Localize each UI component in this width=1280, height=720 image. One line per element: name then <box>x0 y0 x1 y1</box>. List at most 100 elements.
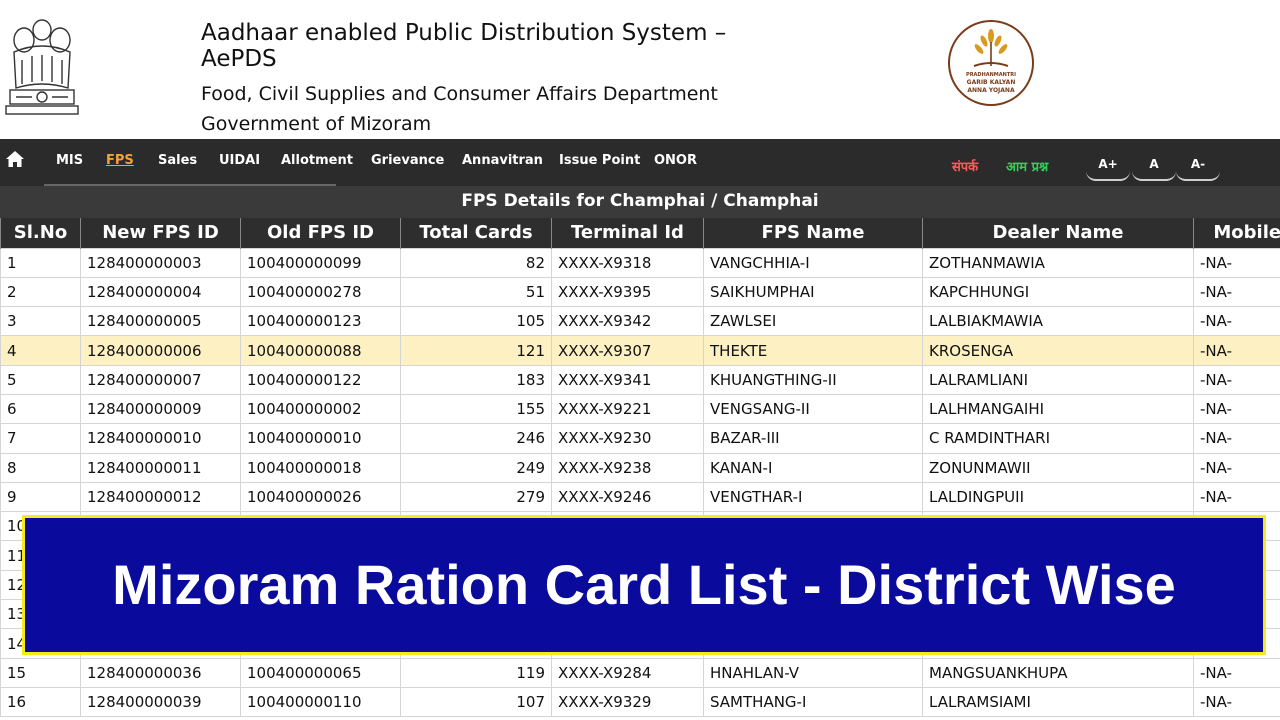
table-cell: 16 <box>0 686 81 718</box>
government-name: Government of Mizoram <box>201 113 432 135</box>
col-header[interactable]: Total Cards <box>400 218 552 248</box>
table-cell: 7 <box>0 423 81 454</box>
table-row[interactable]: 5 128400000007 100400000122 183 XXXX-X9341 KH… <box>0 364 1280 395</box>
table-cell: 128400000005 <box>80 306 241 337</box>
col-header[interactable]: Sl.No <box>0 218 81 248</box>
table-row[interactable]: 2 128400000004 100400000278 51 XXXX-X9395 SAI… <box>0 276 1280 308</box>
table-cell: 128400000004 <box>80 276 241 308</box>
table-row[interactable]: 9 128400000012 100400000026 279 XXXX-X9246 VE… <box>0 481 1280 513</box>
table-cell: -NA- <box>1193 657 1280 688</box>
col-header[interactable]: Mobile <box>1193 218 1280 248</box>
table-cell: XXXX-X9307 <box>551 335 704 366</box>
table-cell: SAIKHUMPHAI <box>703 276 923 308</box>
table-cell: XXXX-X9329 <box>551 686 704 718</box>
table-cell: ZONUNMAWII <box>922 452 1194 483</box>
table-cell: -NA- <box>1193 247 1280 278</box>
table-cell: 107 <box>400 686 552 718</box>
table-row[interactable]: 4 128400000006 100400000088 121 XXXX-X9307 TH… <box>0 335 1280 366</box>
table-cell: 105 <box>400 306 552 337</box>
font-normal-button[interactable]: A <box>1132 149 1176 181</box>
table-cell: C RAMDINTHARI <box>922 423 1194 454</box>
table-cell: THEKTE <box>703 335 923 366</box>
table-cell: XXXX-X9341 <box>551 364 704 395</box>
table-cell: 246 <box>400 423 552 454</box>
table-cell: 5 <box>0 364 81 395</box>
col-header[interactable]: Dealer Name <box>922 218 1194 248</box>
table-cell: XXXX-X9395 <box>551 276 704 308</box>
nav-item-annavitran[interactable]: Annavitran <box>462 153 543 168</box>
table-cell: KANAN-I <box>703 452 923 483</box>
table-cell: BAZAR-III <box>703 423 923 454</box>
table-cell: LALRAMSIAMI <box>922 686 1194 718</box>
nav-item-onor[interactable]: ONOR <box>654 153 697 168</box>
table-cell: 128400000007 <box>80 364 241 395</box>
nav-item-grievance[interactable]: Grievance <box>371 153 444 168</box>
nav-item-allotment[interactable]: Allotment <box>281 153 353 168</box>
nav-item-fps[interactable]: FPS <box>106 153 134 168</box>
table-cell: XXXX-X9238 <box>551 452 704 483</box>
home-icon[interactable] <box>5 150 25 168</box>
table-row[interactable]: 6 128400000009 100400000002 155 XXXX-X9221 VE… <box>0 393 1280 425</box>
table-cell: 100400000026 <box>240 481 401 513</box>
site-title: Aadhaar enabled Public Distribution Syst… <box>201 20 727 46</box>
table-cell: LALDINGPUII <box>922 481 1194 513</box>
table-cell: 6 <box>0 393 81 425</box>
table-cell: KHUANGTHING-II <box>703 364 923 395</box>
table-cell: XXXX-X9284 <box>551 657 704 688</box>
col-header[interactable]: Old FPS ID <box>240 218 401 248</box>
table-cell: XXXX-X9230 <box>551 423 704 454</box>
table-cell: 249 <box>400 452 552 483</box>
nav-item-mis[interactable]: MIS <box>56 153 83 168</box>
table-cell: 128400000006 <box>80 335 241 366</box>
table-row[interactable]: 3 128400000005 100400000123 105 XXXX-X9342 ZA… <box>0 306 1280 337</box>
site-title-abbrev: AePDS <box>201 46 277 72</box>
col-header[interactable]: FPS Name <box>703 218 923 248</box>
col-header[interactable]: New FPS ID <box>80 218 241 248</box>
table-cell: XXXX-X9318 <box>551 247 704 278</box>
table-cell: HNAHLAN-V <box>703 657 923 688</box>
title-block: Aadhaar enabled Public Distribution Syst… <box>201 20 726 139</box>
table-cell: VENGTHAR-I <box>703 481 923 513</box>
table-row[interactable]: 16 128400000039 100400000110 107 XXXX-X9329 S… <box>0 686 1280 718</box>
table-cell: -NA- <box>1193 276 1280 308</box>
table-row[interactable]: 8 128400000011 100400000018 249 XXXX-X9238 KA… <box>0 452 1280 483</box>
table-cell: 100400000099 <box>240 247 401 278</box>
table-cell: -NA- <box>1193 686 1280 718</box>
pmgkay-logo: PRADHANMANTRI GARIB KALYAN ANNA YOJANA <box>948 20 1034 106</box>
page: Aadhaar enabled Public Distribution Syst… <box>0 0 1280 720</box>
table-cell: KAPCHHUNGI <box>922 276 1194 308</box>
table-cell: 100400000088 <box>240 335 401 366</box>
table-cell: VANGCHHIA-I <box>703 247 923 278</box>
contact-link[interactable]: संपर्क <box>952 157 978 175</box>
table-cell: 279 <box>400 481 552 513</box>
table-header-row: Sl.No New FPS ID Old FPS ID Total Cards … <box>0 218 1280 248</box>
nav-item-uidai[interactable]: UIDAI <box>219 153 260 168</box>
table-cell: -NA- <box>1193 393 1280 425</box>
table-cell: KROSENGA <box>922 335 1194 366</box>
table-cell: XXXX-X9221 <box>551 393 704 425</box>
table-cell: -NA- <box>1193 423 1280 454</box>
font-decrease-button[interactable]: A- <box>1176 149 1220 181</box>
table-cell: -NA- <box>1193 364 1280 395</box>
col-header[interactable]: Terminal Id <box>551 218 704 248</box>
table-cell: 100400000110 <box>240 686 401 718</box>
table-row[interactable]: 15 128400000036 100400000065 119 XXXX-X9284 H… <box>0 657 1280 688</box>
nav-item-issue-point[interactable]: Issue Point <box>559 153 640 168</box>
table-cell: 119 <box>400 657 552 688</box>
table-row[interactable]: 1 128400000003 100400000099 82 XXXX-X9318 VAN… <box>0 247 1280 278</box>
table-cell: 155 <box>400 393 552 425</box>
table-cell: 15 <box>0 657 81 688</box>
table-cell: 100400000002 <box>240 393 401 425</box>
table-cell: 128400000003 <box>80 247 241 278</box>
nav-item-sales[interactable]: Sales <box>158 153 197 168</box>
table-cell: 82 <box>400 247 552 278</box>
table-cell: 100400000123 <box>240 306 401 337</box>
table-caption: FPS Details for Champhai / Champhai <box>0 186 1280 218</box>
table-cell: 128400000011 <box>80 452 241 483</box>
svg-text:GARIB KALYAN: GARIB KALYAN <box>967 79 1016 86</box>
table-cell: LALHMANGAIHI <box>922 393 1194 425</box>
faq-link[interactable]: आम प्रश्न <box>1006 157 1048 175</box>
font-increase-button[interactable]: A+ <box>1086 149 1130 181</box>
table-row[interactable]: 7 128400000010 100400000010 246 XXXX-X9230 BA… <box>0 423 1280 454</box>
svg-text:PRADHANMANTRI: PRADHANMANTRI <box>966 72 1016 78</box>
